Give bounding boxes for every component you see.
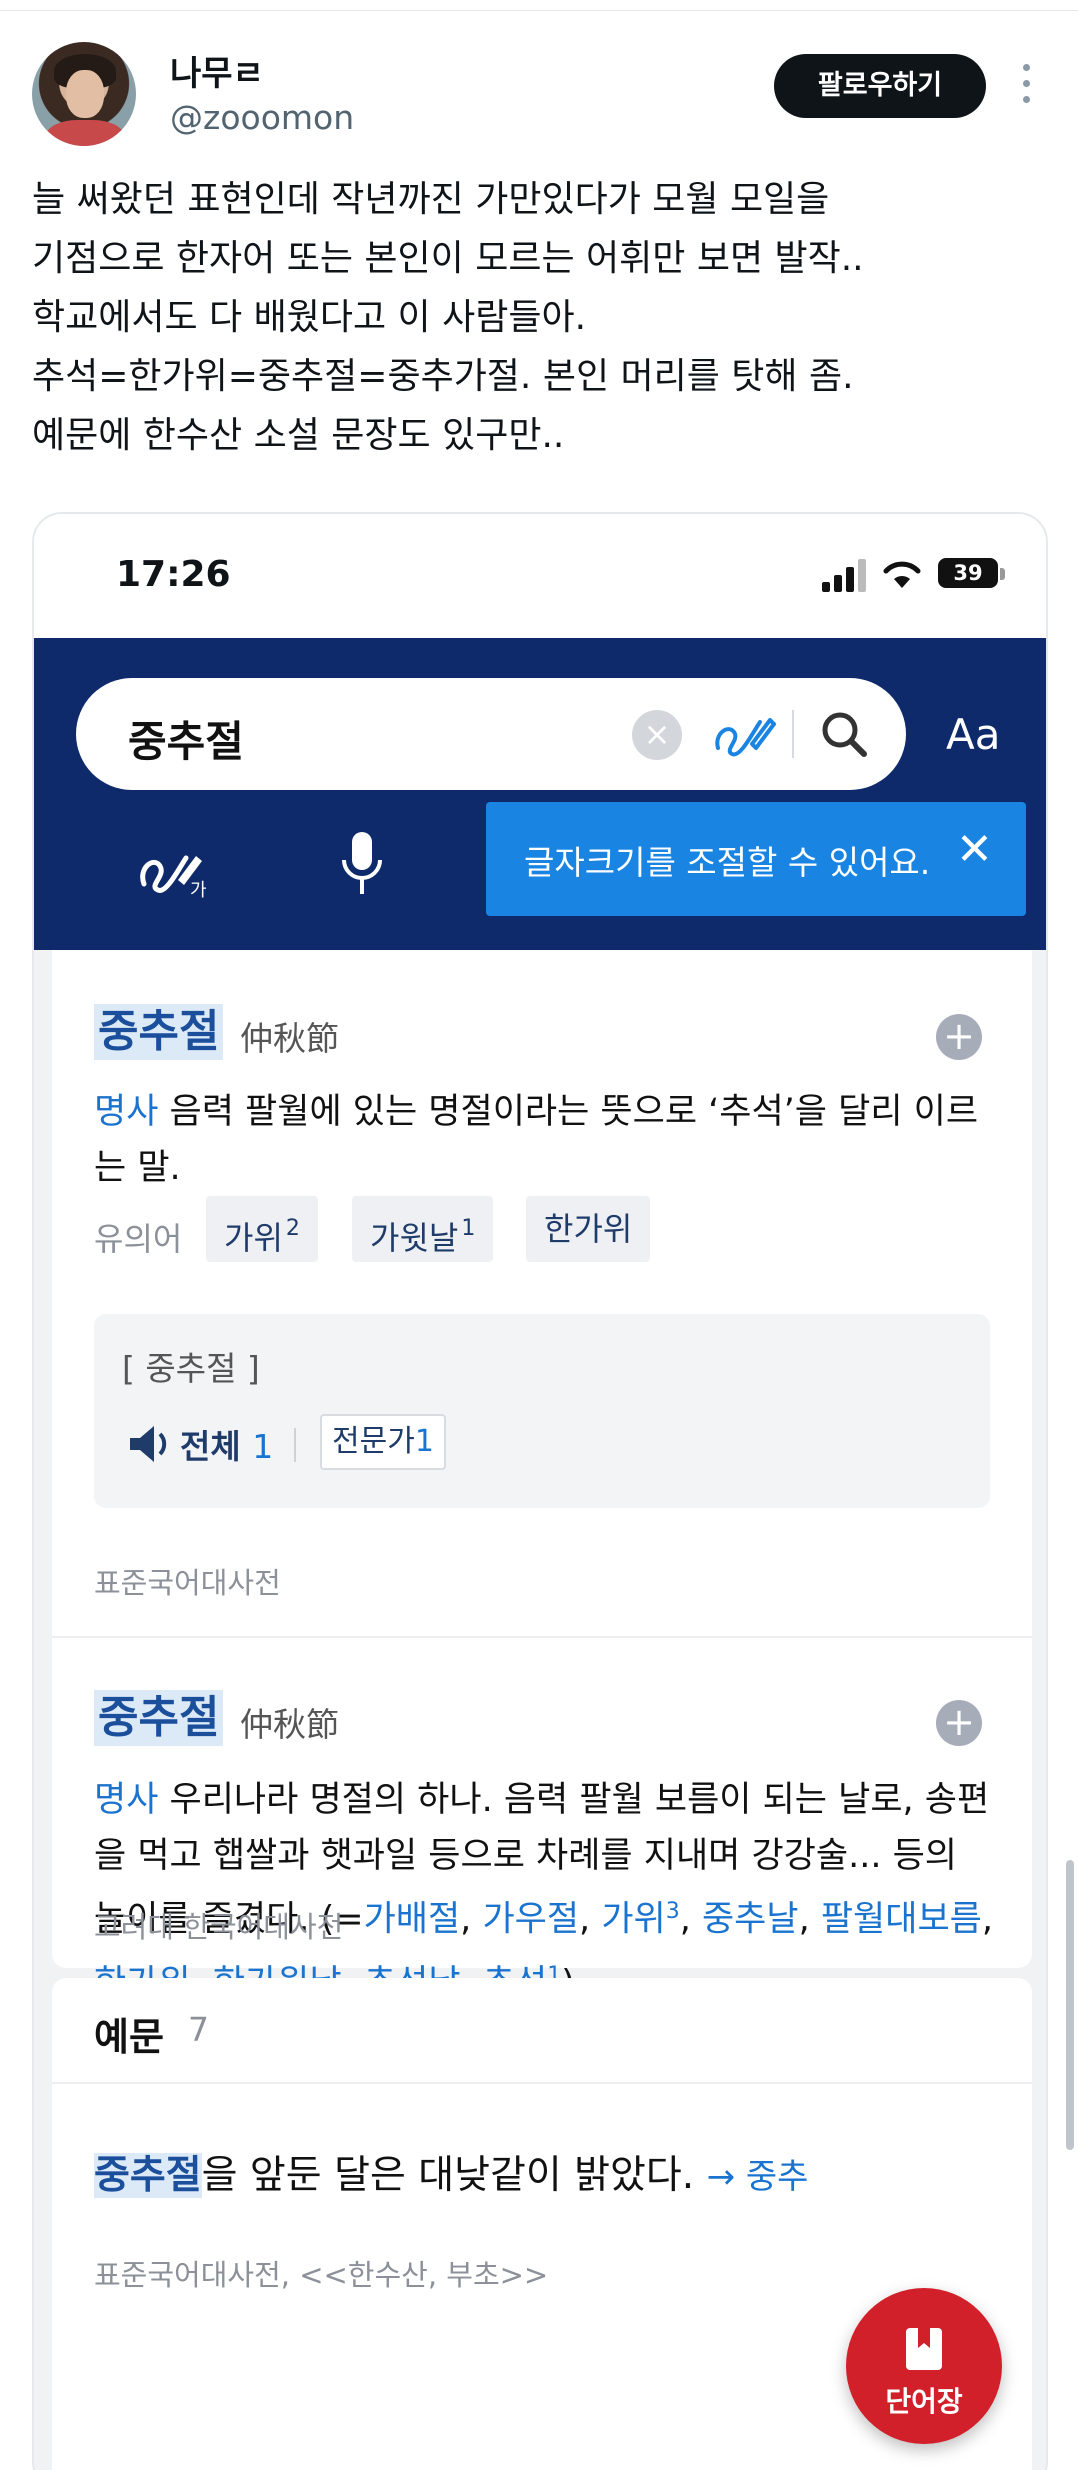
clear-icon[interactable]: × xyxy=(632,710,682,760)
part-of-speech: 명사 xyxy=(94,1780,159,1820)
font-size-tooltip: 글자크기를 조절할 수 있어요. ✕ xyxy=(486,802,1026,916)
definition-text: 음력 팔월에 있는 명절이라는 뜻으로 ‘추석’을 달리 이르는 말. xyxy=(94,1092,979,1188)
entry-headword[interactable]: 중추절 xyxy=(94,1690,224,1746)
scrollbar[interactable] xyxy=(1066,1860,1074,2150)
search-separator xyxy=(792,710,794,758)
pronunciation-expert-button[interactable]: 전문가1 xyxy=(320,1414,446,1470)
top-divider xyxy=(0,10,1078,11)
close-icon[interactable]: ✕ xyxy=(956,824,993,875)
search-icon[interactable] xyxy=(816,706,872,762)
entry-hanja: 仲秋節 xyxy=(240,1705,339,1744)
synonym-label: 유의어 xyxy=(94,1220,183,1258)
example-source: 표준국어대사전, <<한수산, 부초>> xyxy=(94,2258,549,2292)
synonym-link[interactable]: 팔월대보름 xyxy=(821,1900,982,1940)
synonym-chip[interactable]: 한가위 xyxy=(526,1196,651,1262)
avatar[interactable] xyxy=(32,42,136,146)
display-name[interactable]: 나무ㄹ xyxy=(170,46,264,95)
microphone-icon[interactable] xyxy=(336,828,388,900)
font-size-button[interactable]: Aa xyxy=(946,710,1000,759)
add-to-wordbook-icon[interactable]: + xyxy=(936,1700,982,1746)
follow-button[interactable]: 팔로우하기 xyxy=(774,54,986,118)
example-sentence: 중추절을 앞둔 달은 대낮같이 밝았다. → 중추 xyxy=(94,2144,1024,2200)
entry-hanja: 仲秋節 xyxy=(240,1019,339,1058)
examples-count: 7 xyxy=(188,2010,209,2049)
pronunciation-title: [ 중추절 ] xyxy=(122,1349,260,1388)
pronunciation-separator xyxy=(294,1428,296,1462)
entry-definition: 명사 음력 팔월에 있는 명절이라는 뜻으로 ‘추석’을 달리 이르는 말. xyxy=(94,1084,994,1196)
tooltip-text: 글자크기를 조절할 수 있어요. xyxy=(524,843,931,882)
tweet-text: 늘 써왔던 표현인데 작년까진 가만있다가 모월 모일을 기점으로 한자어 또는… xyxy=(32,179,864,456)
search-input[interactable]: 중추절 × xyxy=(76,678,906,790)
entry-divider xyxy=(52,1636,1032,1638)
user-handle[interactable]: @zooomon xyxy=(170,98,354,137)
battery-cap xyxy=(1000,568,1005,580)
synonym-link[interactable]: 가배절 xyxy=(364,1900,461,1940)
status-time: 17:26 xyxy=(116,554,231,595)
synonym-chip[interactable]: 가위 2 xyxy=(206,1196,318,1262)
search-header: 중추절 × Aa 가 글자크기를 조절할 수 있어요. ✕ xyxy=(34,638,1046,950)
battery-icon: 39 xyxy=(938,558,998,588)
bookmark-icon xyxy=(906,2328,942,2370)
handwriting-icon[interactable] xyxy=(712,704,776,764)
status-bar: 17:26 39 xyxy=(34,514,1046,638)
entry-source[interactable]: 고려대 한국어대사전 xyxy=(94,1904,343,1946)
signal-icon xyxy=(822,558,868,592)
example-highlight: 중추절 xyxy=(94,2153,202,2198)
speaker-icon[interactable] xyxy=(128,1424,174,1464)
synonym-link[interactable]: 중추날 xyxy=(702,1900,799,1940)
synonym-link[interactable]: 가우절 xyxy=(482,1900,579,1940)
examples-title: 예문 xyxy=(94,2015,164,2059)
svg-text:가: 가 xyxy=(190,880,207,900)
synonym-link[interactable]: 가위 xyxy=(601,1900,665,1940)
entry-source[interactable]: 표준국어대사전 xyxy=(94,1560,281,1602)
handwriting-input-icon[interactable]: 가 xyxy=(134,834,214,900)
synonym-chip[interactable]: 가윗날 1 xyxy=(352,1196,494,1262)
pronunciation-box: [ 중추절 ] 전체 1 전문가1 xyxy=(94,1314,990,1508)
pronunciation-all-button[interactable]: 전체 1 xyxy=(180,1420,273,1468)
examples-divider xyxy=(52,2082,1032,2084)
dictionary-results: 중추절 仲秋節 + 명사 음력 팔월에 있는 명절이라는 뜻으로 ‘추석’을 달… xyxy=(52,950,1032,2003)
part-of-speech: 명사 xyxy=(94,1092,159,1132)
entry-headword[interactable]: 중추절 xyxy=(94,1004,224,1060)
more-options-icon[interactable] xyxy=(1018,64,1034,108)
entry-definition: 명사 우리나라 명절의 하나. 음력 팔월 보름이 되는 날로, 송편을 먹고 … xyxy=(94,1772,994,2011)
wifi-icon xyxy=(883,561,921,588)
search-query[interactable]: 중추절 xyxy=(128,708,244,769)
example-link[interactable]: → 중추 xyxy=(707,2157,809,2197)
add-to-wordbook-icon[interactable]: + xyxy=(936,1014,982,1060)
wordbook-button[interactable]: 단어장 xyxy=(846,2288,1002,2444)
example-text: 을 앞둔 달은 대낮같이 밝았다. xyxy=(201,2153,695,2198)
wordbook-label: 단어장 xyxy=(885,2385,963,2418)
embedded-screenshot[interactable]: 17:26 39 중추절 × Aa 가 글자크기를 조절할 수 있어요. ✕ 중… xyxy=(32,512,1048,2470)
